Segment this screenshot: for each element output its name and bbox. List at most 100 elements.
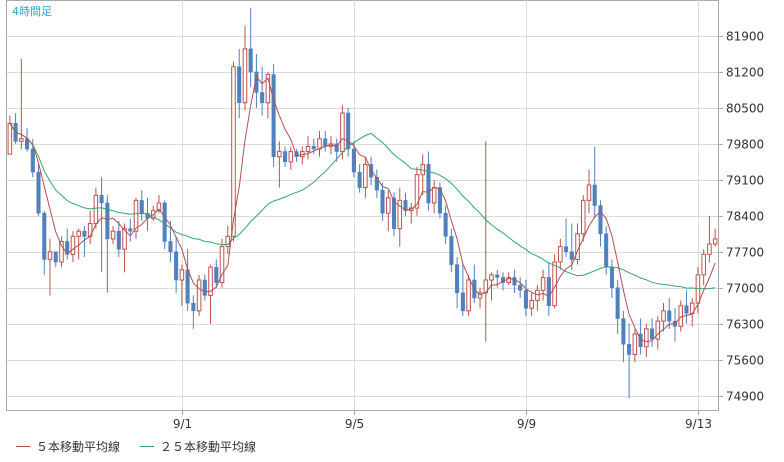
candle-body [632, 333, 638, 356]
candle-body [260, 92, 265, 104]
candle-body [42, 212, 47, 260]
plot-area [6, 0, 719, 411]
y-tick-label: 80500 [726, 102, 764, 116]
candle-body [53, 251, 58, 263]
y-tick-label: 74900 [726, 390, 764, 404]
legend-item-ma5: ５本移動平均線 [16, 438, 120, 455]
candle-body [47, 251, 53, 260]
candle-body [305, 145, 311, 153]
candle-body [650, 328, 655, 340]
candle-body [604, 233, 609, 268]
x-tick-label: 9/9 [517, 417, 536, 431]
candle-body [609, 266, 614, 288]
candle-body [214, 266, 219, 283]
candle-body [271, 74, 276, 157]
candle-body [288, 151, 294, 163]
y-tick-label: 79800 [726, 138, 764, 152]
candle-body [431, 187, 437, 204]
y-tick-label: 79100 [726, 174, 764, 188]
legend: ５本移動平均線 ２５本移動平均線 [16, 438, 256, 455]
candle-body [225, 235, 231, 248]
y-tick-label: 77700 [726, 246, 764, 260]
candle-body [512, 277, 517, 286]
legend-item-ma25: ２５本移動平均線 [140, 438, 256, 455]
candle-body [179, 269, 185, 281]
candle-down [437, 182, 442, 219]
candle-body [443, 212, 448, 237]
y-axis-ticks: 74900 75600 76300 77000 77700 78400 79100 79800… [718, 30, 764, 404]
candle-body [242, 48, 248, 104]
candle-body [615, 287, 620, 319]
candle-body [351, 148, 356, 173]
candle-body [661, 310, 666, 322]
candle-body [495, 274, 500, 278]
candlestick-chart: 4時間足 74900 75600 76300 77000 77700 78400 79100… [6, 0, 764, 431]
candle-body [569, 251, 574, 260]
candle-body [460, 292, 465, 312]
candle-body [277, 151, 282, 158]
candle-body [323, 138, 328, 147]
candle-body [386, 197, 391, 214]
candle-body [627, 343, 632, 355]
y-tick-label: 75600 [726, 354, 764, 368]
candle-body [707, 243, 712, 255]
candle-body [586, 184, 592, 201]
candle-body [36, 171, 41, 214]
candle-body [621, 318, 626, 345]
candle-body [311, 146, 316, 150]
candle-body [678, 305, 684, 327]
candle-up [466, 274, 471, 316]
candle-body [133, 199, 139, 232]
timeframe-label: 4時間足 [12, 5, 52, 18]
candle-body [19, 138, 24, 142]
candle-body [701, 253, 706, 276]
candle-body [248, 48, 253, 73]
candle-up [219, 238, 225, 288]
candle-body [580, 199, 586, 235]
y-tick-label: 81900 [726, 30, 764, 44]
candle-body [598, 205, 603, 235]
candle-body [644, 328, 649, 348]
candle-body [110, 230, 116, 240]
candle-body [449, 236, 454, 265]
y-tick-label: 76300 [726, 318, 764, 332]
candle-up [414, 166, 420, 216]
candle-body [139, 200, 144, 214]
candle-body [237, 66, 242, 104]
candle-up [552, 254, 557, 309]
candle-body [174, 251, 179, 281]
x-axis-ticks: 9/19/59/99/139/17 [173, 410, 712, 431]
candle-body [518, 284, 523, 291]
legend-label-ma5: ５本移動平均線 [36, 440, 121, 454]
candle-body [7, 122, 13, 155]
candle-body [535, 289, 540, 302]
y-tick-label: 81200 [726, 66, 764, 80]
y-tick-label: 77000 [726, 282, 764, 296]
candle-body [105, 202, 110, 240]
candle-body [185, 269, 190, 304]
candle-body [93, 194, 99, 224]
candle-body [363, 163, 368, 189]
candle-body [575, 233, 580, 260]
candle-body [30, 148, 35, 173]
legend-swatch-ma25 [140, 446, 155, 447]
candle-body [82, 230, 87, 237]
candle-body [655, 320, 661, 340]
candle-body [70, 235, 76, 255]
candle-body [168, 241, 173, 253]
candle-body [667, 310, 672, 322]
x-tick-label: 9/1 [173, 417, 192, 431]
x-tick-label: 9/13 [685, 417, 712, 431]
candle-body [466, 279, 471, 312]
candle-body [191, 302, 196, 312]
candle-body [592, 184, 597, 206]
candle-body [712, 238, 718, 245]
candle-down [36, 164, 41, 216]
candle-body [529, 300, 534, 309]
y-tick-label: 78400 [726, 210, 764, 224]
candle-body [523, 290, 528, 309]
candle-body [558, 246, 563, 263]
candle-down [271, 64, 276, 167]
candle-body [202, 279, 207, 296]
legend-label-ma25: ２５本移動平均線 [160, 440, 257, 454]
